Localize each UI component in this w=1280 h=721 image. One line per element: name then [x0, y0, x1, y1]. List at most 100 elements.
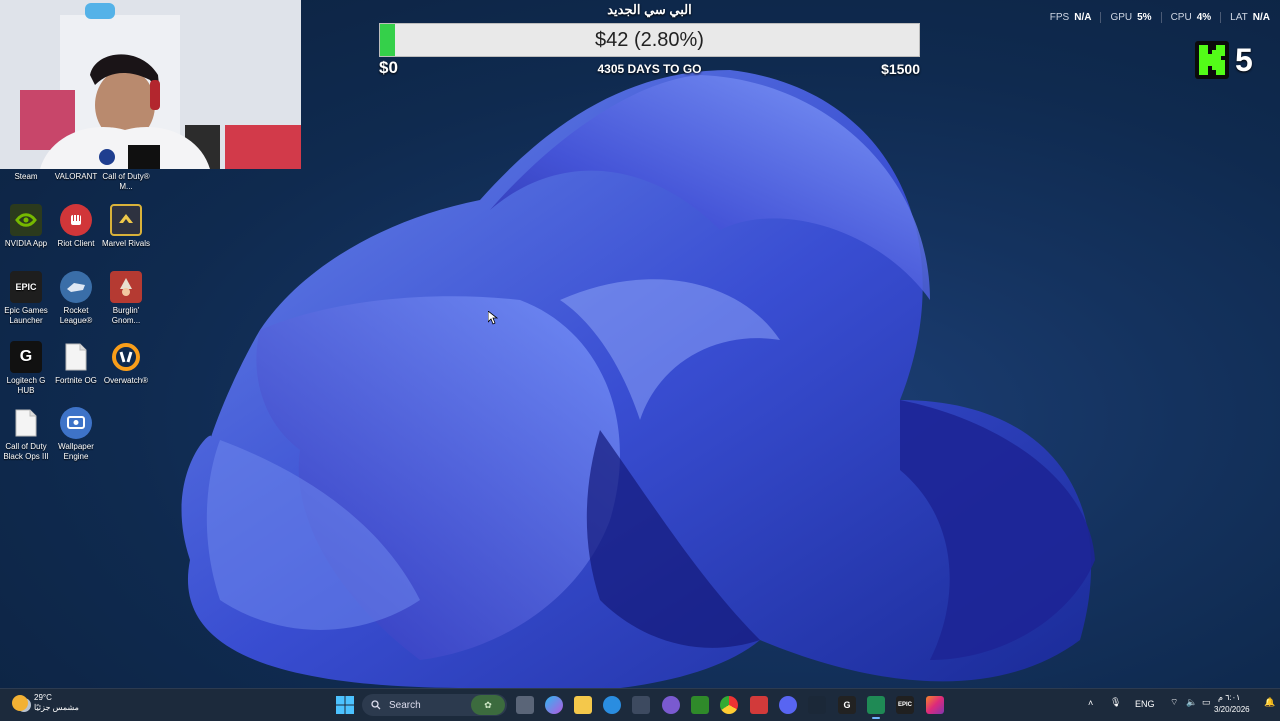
logitech-g-icon: G [10, 341, 42, 373]
search-placeholder: Search [389, 699, 421, 711]
goal-amount: $42 (2.80%) [595, 29, 704, 51]
desktop-icon-logitech[interactable]: G Logitech G HUB [0, 341, 52, 396]
desktop-icon-label: Call of Duty Black Ops III [3, 442, 49, 461]
xbox-icon[interactable] [691, 696, 709, 714]
desktop-icon-burglin[interactable]: Burglin' Gnom... [100, 271, 152, 326]
weather-temperature: 29°C [34, 693, 52, 702]
discord-icon[interactable] [779, 696, 797, 714]
notification-bell-icon[interactable]: 🔔 [1264, 697, 1275, 708]
epic-games-icon: EPIC [10, 271, 42, 303]
performance-overlay: FPS N/A GPU 5% CPU 4% LAT N/A [1041, 12, 1270, 23]
riot-fist-icon [60, 204, 92, 236]
rocket-league-icon [60, 271, 92, 303]
stat-gpu: GPU 5% [1101, 12, 1162, 23]
desktop-icon-label: Riot Client [57, 239, 95, 248]
desktop-icon-label: Rocket League® [59, 306, 93, 325]
clock-time[interactable]: ٦:٠١ م [1218, 693, 1240, 702]
microphone-icon[interactable]: 🎙 [1110, 697, 1121, 708]
desktop-icon-wallpaper-engine[interactable]: Wallpaper Engine [50, 407, 102, 462]
search-icon [371, 700, 381, 710]
stat-label: FPS [1049, 12, 1070, 23]
desktop-icon-label: Steam [14, 172, 38, 181]
viewer-count: 5 [1235, 41, 1253, 78]
desktop-icon-fortnite-og[interactable]: Fortnite OG [50, 341, 102, 386]
windows-start-icon[interactable] [336, 696, 354, 714]
app-red-icon[interactable] [750, 696, 768, 714]
task-view-icon[interactable] [516, 696, 534, 714]
weather-description: مشمس جزئيًا [34, 703, 79, 712]
stat-cpu: CPU 4% [1162, 12, 1222, 23]
edge-browser-icon[interactable] [603, 696, 621, 714]
desktop-icon-epic[interactable]: EPIC Epic Games Launcher [0, 271, 52, 326]
file-icon [10, 407, 42, 439]
stat-label: CPU [1170, 12, 1192, 23]
steam-icon[interactable] [808, 696, 826, 714]
stat-value: 4% [1196, 12, 1212, 23]
weather-text: 29°C مشمس جزئيًا [34, 693, 79, 713]
active-app-indicator [872, 717, 880, 719]
wallpaper-engine-icon [60, 407, 92, 439]
file-explorer-icon[interactable] [574, 696, 592, 714]
chrome-icon[interactable] [720, 696, 738, 714]
desktop-icon-riot[interactable]: Riot Client [50, 204, 102, 249]
language-indicator[interactable]: ENG [1135, 699, 1155, 709]
stat-label: GPU [1110, 12, 1133, 23]
microsoft-store-icon[interactable] [632, 696, 650, 714]
stat-fps: FPS N/A [1041, 12, 1102, 23]
desktop-icon-label: Overwatch® [103, 376, 149, 385]
kick-viewer-badge: 5 [1195, 40, 1267, 80]
desktop-icon-cod-bo3[interactable]: Call of Duty Black Ops III [0, 407, 52, 462]
logitech-ghub-icon[interactable]: G [838, 696, 856, 714]
instagram-icon[interactable] [926, 696, 944, 714]
desktop-icon-label: Epic Games Launcher [4, 306, 48, 325]
desktop-icon-label: Marvel Rivals [101, 239, 150, 248]
donation-goal: البي سي الجديد $42 (2.80%) $0 4305 DAYS … [379, 0, 920, 80]
desktop-icon-label: Call of Duty® M... [102, 172, 150, 191]
overwatch-icon [110, 341, 142, 373]
desktop-icon-overwatch[interactable]: Overwatch® [100, 341, 152, 386]
weather-widget[interactable]: 29°C مشمس جزئيًا [12, 693, 79, 713]
stat-value: N/A [1252, 12, 1270, 23]
desktop-icon-marvel-rivals[interactable]: Marvel Rivals [100, 204, 152, 249]
stat-lat: LAT N/A [1221, 12, 1270, 23]
kick-logo-icon [1195, 41, 1229, 79]
epic-games-taskbar-icon[interactable]: EPIC [896, 696, 914, 714]
desktop-icon-cod-mw[interactable]: Call of Duty® M... [100, 172, 152, 192]
system-tray: ˄ 🎙 ENG ⌔ 🔈 ▭ ٦:٠١ م 3/20/2026 🔔 [1080, 689, 1280, 721]
desktop-icon-label: VALORANT [54, 172, 98, 181]
goal-title: البي سي الجديد [607, 2, 692, 17]
desktop-icon-label: NVIDIA App [4, 239, 48, 248]
wifi-icon[interactable]: ⌔ [1170, 697, 1178, 708]
battery-icon[interactable]: ▭ [1202, 697, 1211, 708]
stat-value: 5% [1137, 12, 1152, 23]
goal-days-remaining: 4305 DAYS TO GO [597, 62, 702, 76]
goal-progress-bar: $42 (2.80%) [379, 23, 920, 57]
stat-label: LAT [1230, 12, 1248, 23]
desktop-icon-label: Wallpaper Engine [58, 442, 94, 461]
webcam-feed [0, 0, 301, 169]
app-purple-icon[interactable] [662, 696, 680, 714]
desktop-icon-label: Logitech G HUB [6, 376, 46, 395]
goal-max-label: $1500 [881, 61, 920, 77]
desktop-icon-label: Fortnite OG [55, 376, 97, 385]
obs-app-icon[interactable] [867, 696, 885, 714]
desktop-icon-valorant[interactable]: VALORANT [50, 172, 102, 182]
desktop-icon-rocket-league[interactable]: Rocket League® [50, 271, 102, 326]
desktop-icon-nvidia[interactable]: NVIDIA App [0, 204, 52, 249]
file-icon [60, 341, 92, 373]
burglin-gnomes-icon [110, 271, 142, 303]
partly-sunny-icon [12, 695, 28, 711]
copilot-icon[interactable] [545, 696, 563, 714]
desktop-icon-label: Burglin' Gnom... [111, 306, 141, 325]
chevron-up-icon[interactable]: ˄ [1088, 698, 1093, 708]
marvel-rivals-icon [110, 204, 142, 236]
desktop-icon-steam[interactable]: Steam [0, 172, 52, 182]
volume-icon[interactable]: 🔈 [1186, 697, 1197, 708]
nvidia-icon [10, 204, 42, 236]
search-highlight-icon: ✿ [471, 695, 505, 715]
clock-date[interactable]: 3/20/2026 [1214, 705, 1250, 714]
mouse-cursor-icon [488, 311, 498, 325]
stat-value: N/A [1074, 12, 1092, 23]
taskbar: 29°C مشمس جزئيًا Search ✿ G EPIC ˄ 🎙 ENG… [0, 688, 1280, 721]
taskbar-search-box[interactable]: Search ✿ [362, 694, 507, 716]
